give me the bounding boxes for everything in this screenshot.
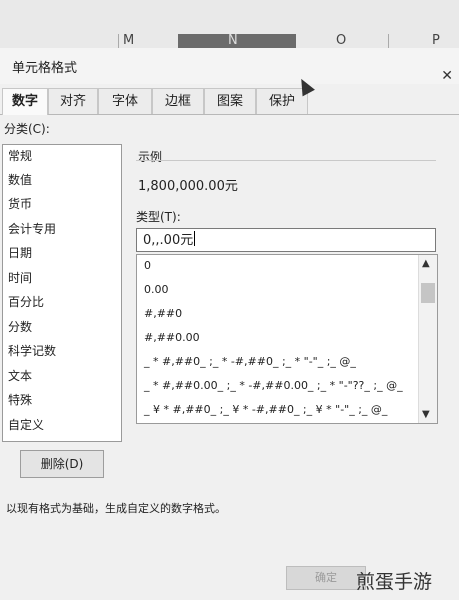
category-fraction[interactable]: 分数 xyxy=(8,316,32,338)
format-list[interactable]: 0 0.00 #,##0 #,##0.00 _ * #,##0_ ;_ * -#… xyxy=(136,254,438,424)
format-item[interactable]: 0.00 xyxy=(144,279,169,301)
format-description: 以现有格式为基础，生成自定义的数字格式。 xyxy=(6,502,226,515)
spreadsheet-column-strip: M N O P xyxy=(0,0,459,49)
category-special[interactable]: 特殊 xyxy=(8,389,32,411)
category-currency[interactable]: 货币 xyxy=(8,193,32,215)
grid-line xyxy=(388,34,389,48)
tab-bar: 数字 对齐 字体 边框 图案 保护 xyxy=(0,88,459,115)
dialog-titlebar: 单元格格式 ✕ xyxy=(0,48,459,84)
scrollbar-thumb[interactable] xyxy=(421,283,435,303)
column-header-o[interactable]: O xyxy=(336,34,346,48)
category-time[interactable]: 时间 xyxy=(8,267,32,289)
format-cells-dialog: 单元格格式 ✕ 数字 对齐 字体 边框 图案 保护 分类(C): 常规 数值 货… xyxy=(0,48,459,600)
grid-line xyxy=(118,34,119,48)
format-item[interactable]: 0 xyxy=(144,255,151,277)
format-item[interactable]: #,##0.00 xyxy=(144,327,200,349)
format-item[interactable]: _ ¥ * #,##0_ ;_ ¥ * -#,##0_ ;_ ¥ * "-"_ … xyxy=(144,399,387,421)
column-header-n: N xyxy=(228,33,238,48)
category-text[interactable]: 文本 xyxy=(8,365,32,387)
category-custom[interactable]: 自定义 xyxy=(8,414,44,436)
category-label: 分类(C): xyxy=(4,122,50,136)
category-number[interactable]: 数值 xyxy=(8,169,32,191)
format-item[interactable]: _ * #,##0.00_ ;_ * -#,##0.00_ ;_ * "-"??… xyxy=(144,375,403,397)
column-header-n-selected[interactable]: N xyxy=(178,34,296,48)
category-list[interactable]: 常规 数值 货币 会计专用 日期 时间 百分比 分数 科学记数 文本 特殊 自定… xyxy=(2,144,122,442)
column-header-p[interactable]: P xyxy=(432,34,440,48)
close-icon[interactable]: ✕ xyxy=(441,68,453,84)
type-input[interactable]: 0,,.00元 xyxy=(136,228,436,252)
chevron-down-icon[interactable]: ▼ xyxy=(422,409,430,420)
format-list-scrollbar[interactable]: ▲ ▼ xyxy=(418,255,437,423)
format-item[interactable]: #,##0 xyxy=(144,303,182,325)
column-header-m[interactable]: M xyxy=(123,34,134,48)
format-item[interactable]: _ * #,##0_ ;_ * -#,##0_ ;_ * "-"_ ;_ @_ xyxy=(144,351,356,373)
tab-number[interactable]: 数字 xyxy=(2,88,48,115)
category-general[interactable]: 常规 xyxy=(8,145,32,167)
category-percentage[interactable]: 百分比 xyxy=(8,291,44,313)
type-input-value: 0,,.00元 xyxy=(143,233,194,248)
dialog-title: 单元格格式 xyxy=(12,61,78,76)
tab-border[interactable]: 边框 xyxy=(152,88,204,114)
watermark-text: 煎蛋手游 xyxy=(356,571,433,593)
type-label: 类型(T): xyxy=(136,210,181,224)
category-accounting[interactable]: 会计专用 xyxy=(8,218,56,240)
tab-alignment[interactable]: 对齐 xyxy=(48,88,98,114)
ok-button[interactable]: 确定 xyxy=(286,566,366,590)
delete-button[interactable]: 删除(D) xyxy=(20,450,104,478)
chevron-up-icon[interactable]: ▲ xyxy=(422,258,430,269)
category-scientific[interactable]: 科学记数 xyxy=(8,340,56,362)
tab-font[interactable]: 字体 xyxy=(98,88,152,114)
sample-value: 1,800,000.00元 xyxy=(138,179,238,194)
text-caret xyxy=(194,231,196,246)
category-date[interactable]: 日期 xyxy=(8,242,32,264)
tab-pattern[interactable]: 图案 xyxy=(204,88,256,114)
sample-box: 1,800,000.00元 xyxy=(136,160,436,201)
